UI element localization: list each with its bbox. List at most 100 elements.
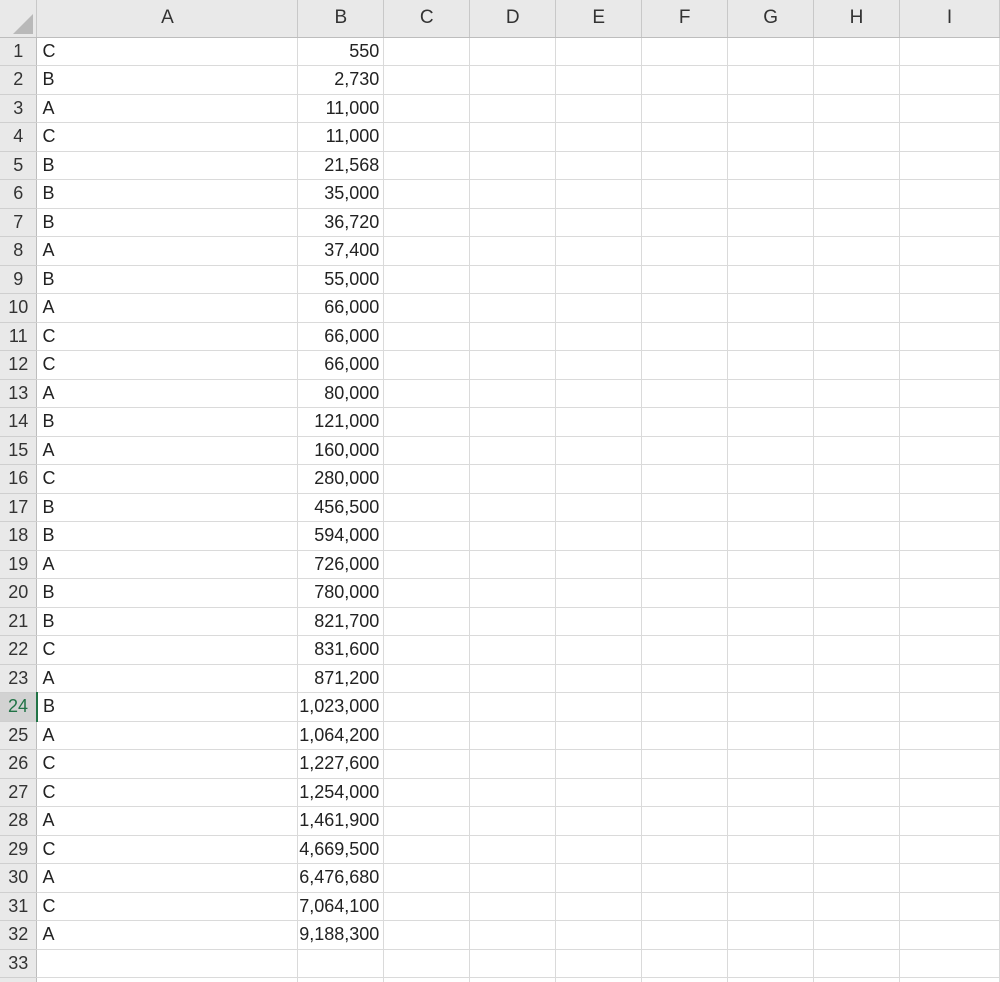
cell-a[interactable]: A <box>36 236 299 266</box>
cell-h[interactable] <box>813 607 901 636</box>
cell-a[interactable]: C <box>36 778 299 807</box>
cell-a[interactable]: A <box>36 550 299 579</box>
cell-f[interactable] <box>641 379 729 408</box>
row-header[interactable]: 15 <box>0 436 38 465</box>
cell-e[interactable] <box>555 322 643 351</box>
cell-a[interactable]: C <box>36 37 299 66</box>
row-header[interactable]: 9 <box>0 265 38 294</box>
cell-h[interactable] <box>813 749 901 779</box>
cell-e[interactable] <box>555 94 643 123</box>
cell-g[interactable] <box>727 379 815 408</box>
cell-h[interactable] <box>813 550 901 579</box>
cell-a[interactable]: B <box>36 521 299 551</box>
cell-h[interactable] <box>813 664 901 693</box>
row-header[interactable]: 1 <box>0 37 38 66</box>
cell-b[interactable]: 726,000 <box>297 550 385 579</box>
cell-c[interactable] <box>383 892 471 921</box>
cell-c[interactable] <box>383 265 471 294</box>
cell-e[interactable] <box>555 464 643 494</box>
cell-e[interactable] <box>555 493 643 522</box>
cell-e[interactable] <box>555 578 643 608</box>
cell-d[interactable] <box>469 464 557 494</box>
row-header[interactable]: 24 <box>0 692 38 722</box>
cell-b[interactable]: 35,000 <box>297 179 385 209</box>
cell-a[interactable]: A <box>36 806 299 836</box>
cell-g[interactable] <box>727 550 815 579</box>
cell-h[interactable] <box>813 208 901 237</box>
cell-h[interactable] <box>813 692 901 722</box>
cell-c[interactable] <box>383 151 471 180</box>
cell-f[interactable] <box>641 521 729 551</box>
cell-a[interactable]: C <box>36 749 299 779</box>
cell-c[interactable] <box>383 863 471 893</box>
cell-f[interactable] <box>641 692 729 722</box>
cell-d[interactable] <box>469 322 557 351</box>
cell-i[interactable] <box>899 208 1000 237</box>
cell-h[interactable] <box>813 236 901 266</box>
cell-i[interactable] <box>899 892 1000 921</box>
cell-c[interactable] <box>383 920 471 950</box>
cell-b[interactable]: 80,000 <box>297 379 385 408</box>
cell-d[interactable] <box>469 778 557 807</box>
cell-b[interactable]: 21,568 <box>297 151 385 180</box>
row-header[interactable]: 19 <box>0 550 38 579</box>
cell-f[interactable] <box>641 806 729 836</box>
cell-d[interactable] <box>469 122 557 152</box>
cell-g[interactable] <box>727 493 815 522</box>
cell-a[interactable]: A <box>36 94 299 123</box>
column-header-d[interactable]: D <box>469 0 557 38</box>
cell-d[interactable] <box>469 977 557 982</box>
cell-a[interactable]: A <box>36 379 299 408</box>
cell-e[interactable] <box>555 37 643 66</box>
cell-i[interactable] <box>899 578 1000 608</box>
cell-g[interactable] <box>727 835 815 864</box>
cell-b[interactable]: 2,730 <box>297 65 385 95</box>
cell-i[interactable] <box>899 379 1000 408</box>
cell-f[interactable] <box>641 493 729 522</box>
cell-a[interactable]: B <box>36 151 299 180</box>
cell-d[interactable] <box>469 806 557 836</box>
cell-g[interactable] <box>727 721 815 750</box>
cell-e[interactable] <box>555 151 643 180</box>
cell-e[interactable] <box>555 949 643 978</box>
cell-g[interactable] <box>727 464 815 494</box>
cell-i[interactable] <box>899 920 1000 950</box>
cell-h[interactable] <box>813 407 901 437</box>
row-header[interactable]: 26 <box>0 749 38 779</box>
cell-d[interactable] <box>469 436 557 465</box>
cell-i[interactable] <box>899 749 1000 779</box>
cell-i[interactable] <box>899 635 1000 665</box>
cell-c[interactable] <box>383 179 471 209</box>
cell-h[interactable] <box>813 464 901 494</box>
cell-h[interactable] <box>813 436 901 465</box>
cell-g[interactable] <box>727 749 815 779</box>
cell-g[interactable] <box>727 122 815 152</box>
cell-d[interactable] <box>469 236 557 266</box>
cell-g[interactable] <box>727 521 815 551</box>
cell-i[interactable] <box>899 806 1000 836</box>
cell-e[interactable] <box>555 65 643 95</box>
cell-i[interactable] <box>899 65 1000 95</box>
cell-e[interactable] <box>555 635 643 665</box>
cell-c[interactable] <box>383 407 471 437</box>
cell-f[interactable] <box>641 464 729 494</box>
cell-b[interactable]: 1,023,000 <box>297 692 385 722</box>
cell-e[interactable] <box>555 721 643 750</box>
cell-f[interactable] <box>641 863 729 893</box>
row-header[interactable]: 28 <box>0 806 38 836</box>
cell-c[interactable] <box>383 236 471 266</box>
cell-f[interactable] <box>641 664 729 693</box>
cell-e[interactable] <box>555 179 643 209</box>
cell-b[interactable] <box>297 977 385 982</box>
cell-c[interactable] <box>383 607 471 636</box>
cell-a[interactable]: B <box>36 578 299 608</box>
cell-a[interactable]: B <box>36 493 299 522</box>
cell-g[interactable] <box>727 578 815 608</box>
cell-i[interactable] <box>899 977 1000 982</box>
cell-g[interactable] <box>727 635 815 665</box>
cell-e[interactable] <box>555 236 643 266</box>
cell-f[interactable] <box>641 920 729 950</box>
cell-i[interactable] <box>899 350 1000 380</box>
cell-e[interactable] <box>555 692 643 722</box>
cell-g[interactable] <box>727 778 815 807</box>
